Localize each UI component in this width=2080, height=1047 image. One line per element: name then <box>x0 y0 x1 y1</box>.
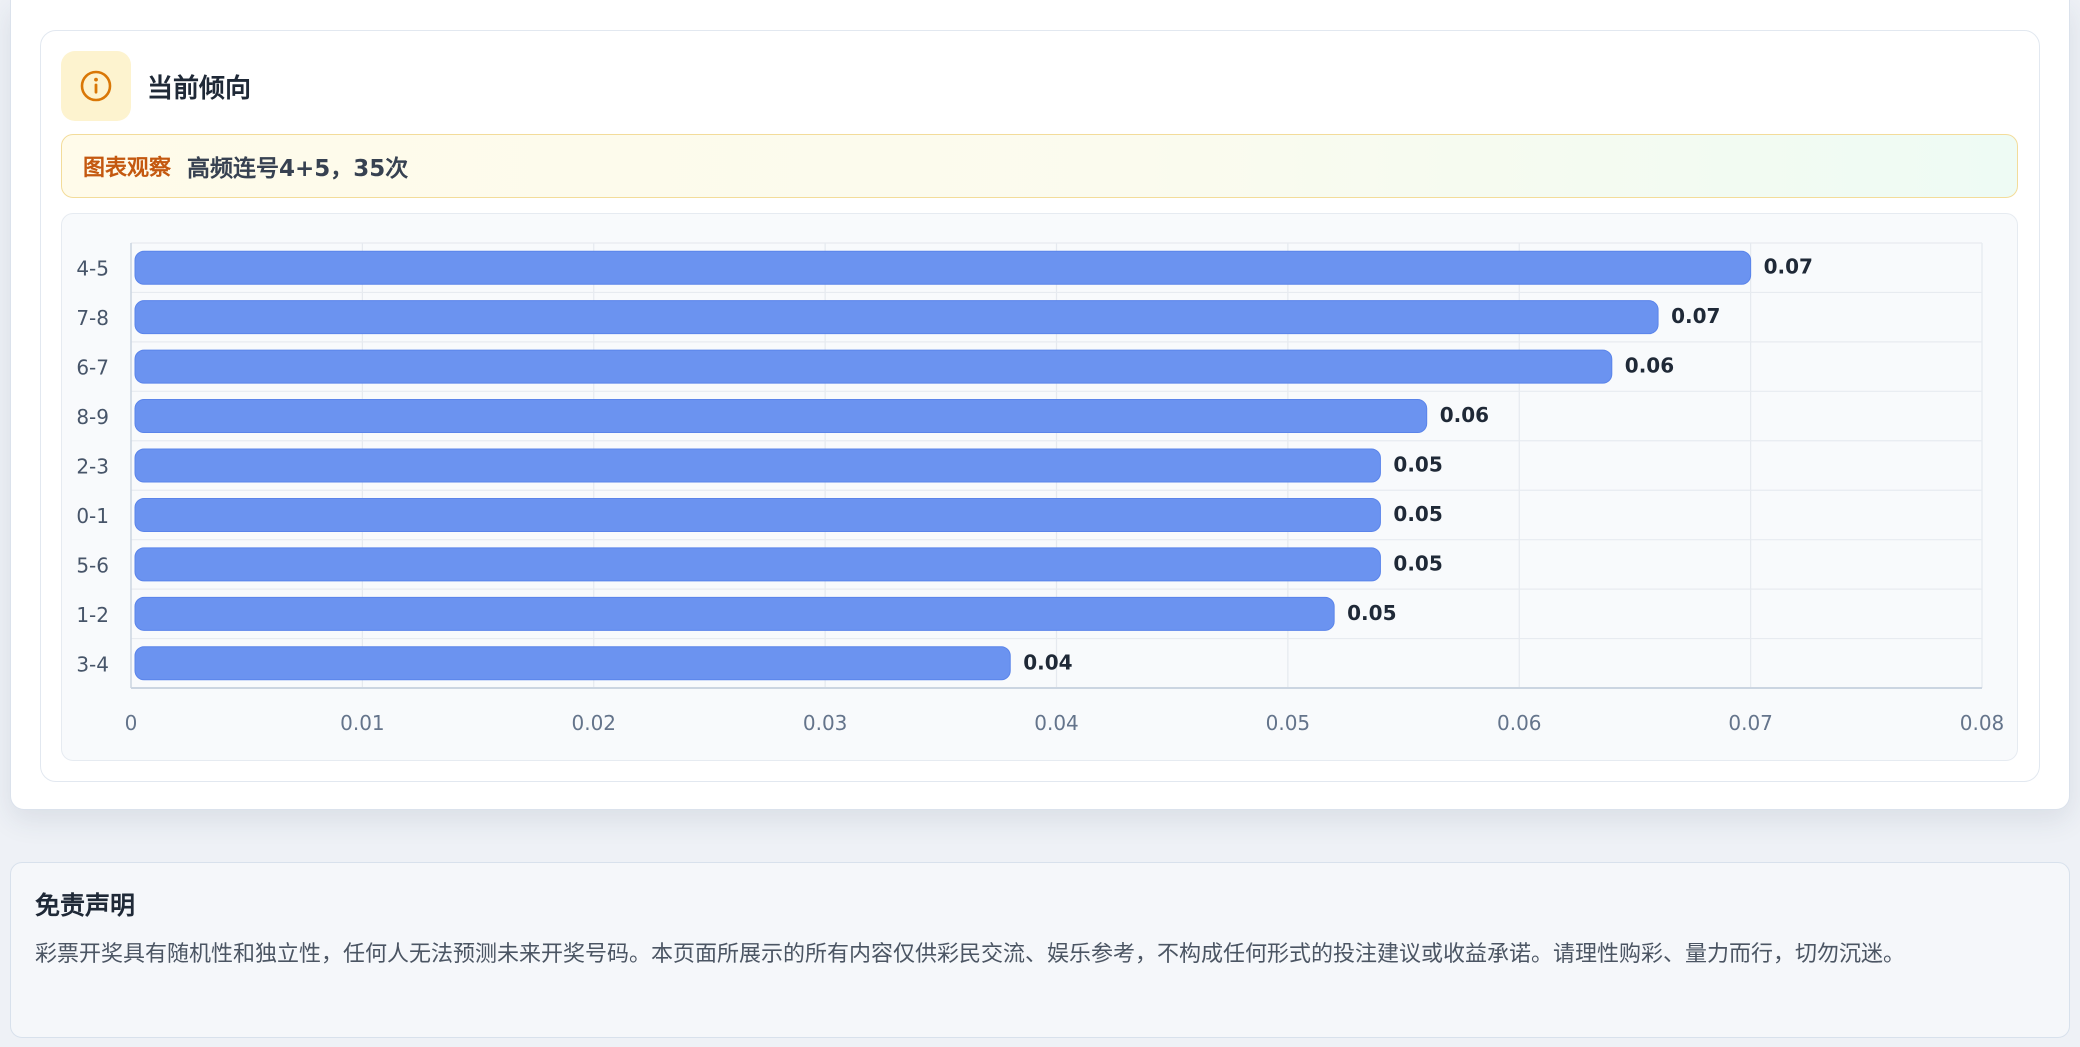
x-tick-label: 0.07 <box>1728 711 1773 735</box>
trend-header: 当前倾向 <box>61 51 251 121</box>
x-tick-label: 0 <box>125 711 138 735</box>
x-tick-label: 0.02 <box>571 711 616 735</box>
value-label: 0.07 <box>1764 255 1813 279</box>
value-label: 0.04 <box>1023 650 1072 674</box>
bar-2-3 <box>134 448 1381 483</box>
x-tick-label: 0.05 <box>1266 711 1311 735</box>
bar-8-9 <box>134 399 1428 434</box>
category-label: 7-8 <box>76 306 109 330</box>
bar-3-4 <box>134 646 1011 681</box>
value-label: 0.05 <box>1347 601 1396 625</box>
x-tick-label: 0.06 <box>1497 711 1542 735</box>
disclaimer-text: 彩票开奖具有随机性和独立性，任何人无法预测未来开奖号码。本页面所展示的所有内容仅… <box>35 942 1906 967</box>
bar-7-8 <box>134 300 1659 335</box>
bar-chart: 0 0.01 0.02 0.03 0.04 0.05 0.06 0.07 0.08 4-5 0.07… <box>76 242 2005 735</box>
value-label: 0.05 <box>1393 453 1442 477</box>
bar-1-2 <box>134 596 1335 631</box>
category-label: 5-6 <box>76 553 109 577</box>
category-label: 3-4 <box>76 652 109 676</box>
observation-label: 图表观察 <box>83 156 172 181</box>
disclaimer-card: 免责声明 彩票开奖具有随机性和独立性，任何人无法预测未来开奖号码。本页面所展示的… <box>10 862 2070 1038</box>
category-label: 2-3 <box>76 455 109 479</box>
bar-4-5 <box>134 250 1752 285</box>
trend-card: 当前倾向 图表观察 高频连号4+5，35次 0 0.01 0.02 0.03 0.04 0… <box>10 0 2070 810</box>
category-label: 1-2 <box>76 603 109 627</box>
category-label: 4-5 <box>76 257 109 281</box>
x-tick-label: 0.04 <box>1034 711 1079 735</box>
x-tick-label: 0.08 <box>1960 711 2005 735</box>
trend-title: 当前倾向 <box>147 73 252 104</box>
category-label: 8-9 <box>76 405 109 429</box>
x-tick-label: 0.03 <box>803 711 848 735</box>
bar-5-6 <box>134 547 1381 582</box>
bar-6-7 <box>134 349 1613 384</box>
value-label: 0.06 <box>1625 354 1674 378</box>
bar-0-1 <box>134 497 1381 532</box>
observation-text: 高频连号4+5，35次 <box>187 156 409 182</box>
value-label: 0.07 <box>1671 304 1720 328</box>
value-label: 0.06 <box>1440 403 1489 427</box>
trend-panel: 当前倾向 图表观察 高频连号4+5，35次 0 0.01 0.02 0.03 0.04 0… <box>40 30 2040 782</box>
x-tick-label: 0.01 <box>340 711 385 735</box>
info-circle-icon <box>61 51 131 121</box>
chart-panel: 0 0.01 0.02 0.03 0.04 0.05 0.06 0.07 0.08 4-5 0.07… <box>61 213 2018 761</box>
disclaimer-title: 免责声明 <box>35 891 136 920</box>
value-label: 0.05 <box>1393 551 1442 575</box>
category-label: 6-7 <box>76 356 109 380</box>
value-label: 0.05 <box>1393 502 1442 526</box>
category-label: 0-1 <box>76 504 109 528</box>
chart-observation: 图表观察 高频连号4+5，35次 <box>61 134 2018 198</box>
